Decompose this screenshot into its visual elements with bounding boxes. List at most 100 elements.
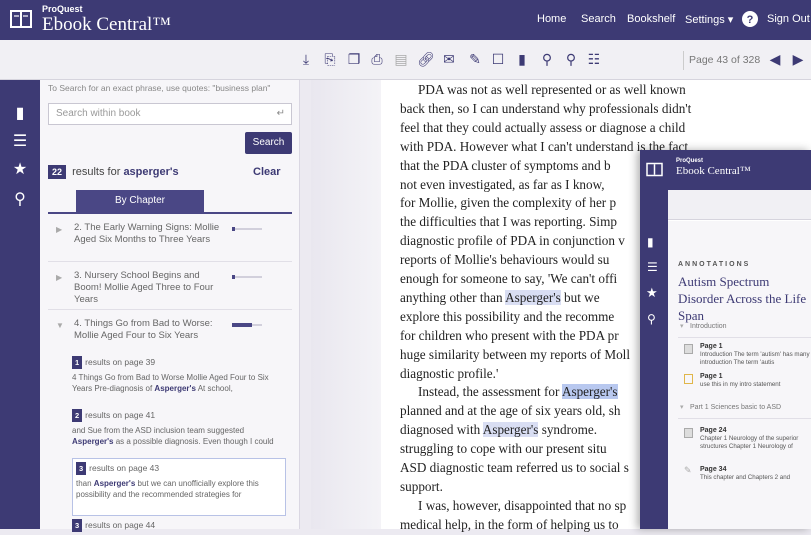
hit-bar-fill	[232, 227, 235, 231]
chapter-title: 2. The Early Warning Signs: Mollie Aged …	[74, 222, 220, 245]
reading-mode-icon[interactable]: ☷	[586, 52, 602, 68]
star-icon[interactable]: ★	[646, 285, 658, 301]
toc-icon[interactable]: ▮	[647, 235, 654, 249]
brand[interactable]: ProQuest Ebook Central™	[42, 4, 171, 35]
result-item[interactable]: 2 results on page 41 and Sue from the ASD…	[72, 409, 286, 447]
text-segment: diagnosed with	[400, 421, 483, 437]
result-heading: results on page 43	[89, 463, 160, 473]
note-text: use this in my intro statement	[700, 381, 781, 388]
chapter-item-expanded[interactable]: ▼ 4. Things Go from Bad to Worse: Mollie…	[48, 318, 292, 352]
text-segment: Instead, the assessment for	[418, 384, 562, 399]
annotation-section[interactable]: ▾ Part 1 Sciences basic to ASD	[678, 399, 811, 419]
side-rail: ▮ ☰ ★ ⚲	[0, 80, 40, 529]
brand-name: Ebook Central™	[42, 14, 171, 35]
text-line: back then, so I can understand why profe…	[400, 100, 692, 116]
prev-page-icon[interactable]: ◀	[767, 52, 783, 68]
enter-icon[interactable]: ↵	[277, 104, 285, 124]
results-prefix: results for	[72, 166, 121, 178]
note-page: Page 24	[700, 427, 727, 434]
annotation-note[interactable]: Page 34 This chapter and Chapters 2 and	[700, 466, 811, 482]
results-summary: 22 results for asperger's	[48, 165, 179, 179]
search-input[interactable]: Search within book ↵	[48, 103, 292, 125]
print-icon[interactable]: ⎙	[369, 52, 385, 68]
result-item[interactable]: 3 results on page 44	[72, 519, 286, 532]
results-list: ▶ 2. The Early Warning Signs: Mollie Age…	[48, 212, 292, 532]
result-item-active[interactable]: 3 results on page 43 than Asperger's but …	[72, 458, 286, 516]
nav-settings[interactable]: Settings ▾	[685, 13, 733, 26]
result-snippet-post: At school,	[195, 384, 233, 393]
result-item[interactable]: 1 results on page 39 4 Things Go from Bad…	[72, 356, 286, 394]
page-indicator[interactable]: Page 43 of 328	[683, 51, 767, 70]
top-bar: ProQuest Ebook Central™ Home Search Book…	[0, 0, 811, 40]
search-hint: To Search for an exact phrase, use quote…	[48, 83, 271, 93]
result-snippet-term: Asperger's	[154, 384, 196, 393]
brand-small: ProQuest	[42, 4, 83, 14]
annotation-section[interactable]: ▾ Introduction	[678, 318, 811, 338]
hit-bar-fill	[232, 323, 252, 327]
expand-caret-icon[interactable]: ▶	[56, 225, 62, 234]
star-icon[interactable]: ★	[11, 160, 29, 178]
annotation-icon[interactable]: ☐	[490, 52, 506, 68]
list-icon[interactable]: ☰	[647, 260, 658, 274]
note-text: Introduction The term 'autism' has many …	[700, 351, 810, 366]
link-icon[interactable]: 🔗︎	[417, 52, 435, 68]
search-highlight[interactable]: Asperger's	[561, 384, 618, 399]
expand-caret-icon[interactable]: ▶	[56, 273, 62, 282]
result-snippet-term: Asperger's	[93, 479, 136, 488]
nav-home[interactable]: Home	[537, 13, 566, 25]
chapter-item[interactable]: ▶ 3. Nursery School Begins and Boom! Mol…	[48, 270, 292, 310]
collapse-caret-icon[interactable]: ▾	[680, 399, 684, 417]
chapter-item[interactable]: ▶ 2. The Early Warning Signs: Mollie Age…	[48, 222, 292, 262]
hit-bar-fill	[232, 275, 235, 279]
text-line: PDA was not as well represented or as we…	[418, 82, 686, 97]
chapter-hit-bar	[232, 323, 262, 327]
page-gutter	[311, 80, 381, 529]
result-snippet-term: Asperger's	[72, 437, 114, 446]
annotation-note[interactable]: Page 1 use this in my intro statement	[700, 373, 811, 389]
clear-link[interactable]: Clear	[253, 166, 281, 178]
search-button[interactable]: Search	[245, 132, 292, 154]
search-icon[interactable]: ⚲	[647, 312, 656, 326]
annotation-note[interactable]: Page 24 Chapter 1 Neurology of the superi…	[700, 427, 811, 451]
chapter-hit-bar	[232, 227, 262, 231]
reader-toolbar: ⤓ ⎘ ❐ ⎙ ▤ 🔗︎ ✉ ✎ ☐ ▮ ⚲ ⚲ ☷ Page 43 of 32…	[0, 40, 811, 80]
note-page: Page 1	[700, 373, 723, 380]
overlay-top-bar: ProQuest Ebook Central™	[640, 150, 811, 190]
toc-icon[interactable]: ▮	[11, 104, 29, 122]
collapse-caret-icon[interactable]: ▼	[56, 321, 64, 330]
search-icon[interactable]: ⚲	[11, 190, 29, 208]
note-marker-icon	[684, 374, 693, 384]
highlight-icon[interactable]: ✎	[467, 52, 483, 68]
search-highlight[interactable]: Asperger's	[505, 289, 561, 305]
next-page-icon[interactable]: ▶	[790, 52, 806, 68]
result-count-badge: 3	[72, 519, 83, 532]
zoom-in-icon[interactable]: ⚲	[563, 52, 579, 68]
zoom-out-icon[interactable]: ⚲	[539, 52, 555, 68]
help-circle-icon[interactable]: ?	[742, 11, 758, 27]
result-snippet-post: as a possible diagnosis. Even though I c…	[113, 437, 274, 446]
copy-page-icon[interactable]: ⎘	[322, 52, 338, 68]
note-page: Page 1	[700, 343, 723, 350]
download-icon[interactable]: ⤓	[298, 52, 314, 68]
search-panel: To Search for an exact phrase, use quote…	[40, 80, 300, 532]
open-book-logo-icon	[10, 10, 32, 28]
search-highlight[interactable]: Asperger's	[482, 421, 539, 437]
result-count-badge: 1	[72, 356, 83, 369]
result-snippet-pre: and Sue from the ASD inclusion team sugg…	[72, 426, 245, 435]
bookmark-icon[interactable]: ▮	[514, 52, 530, 68]
by-chapter-tab[interactable]: By Chapter	[76, 190, 204, 212]
cite-icon[interactable]: ▤	[393, 52, 409, 68]
list-icon[interactable]: ☰	[11, 132, 29, 150]
copy-icon[interactable]: ❐	[346, 52, 362, 68]
nav-sign-out[interactable]: Sign Out	[767, 13, 810, 25]
annotation-note[interactable]: Page 1 Introduction The term 'autism' has…	[700, 343, 811, 367]
open-book-logo-icon	[646, 162, 663, 177]
note-icon[interactable]: ✉	[441, 52, 457, 68]
collapse-caret-icon[interactable]: ▾	[680, 318, 684, 336]
note-text: This chapter and Chapters 2 and	[700, 474, 791, 481]
note-text: Chapter 1 Neurology of the superior stru…	[700, 435, 799, 450]
nav-search[interactable]: Search	[581, 13, 616, 25]
annotations-book-title: Autism Spectrum Disorder Across the Life…	[678, 274, 807, 323]
nav-bookshelf[interactable]: Bookshelf	[627, 13, 675, 25]
result-snippet-pre: than	[76, 479, 94, 488]
